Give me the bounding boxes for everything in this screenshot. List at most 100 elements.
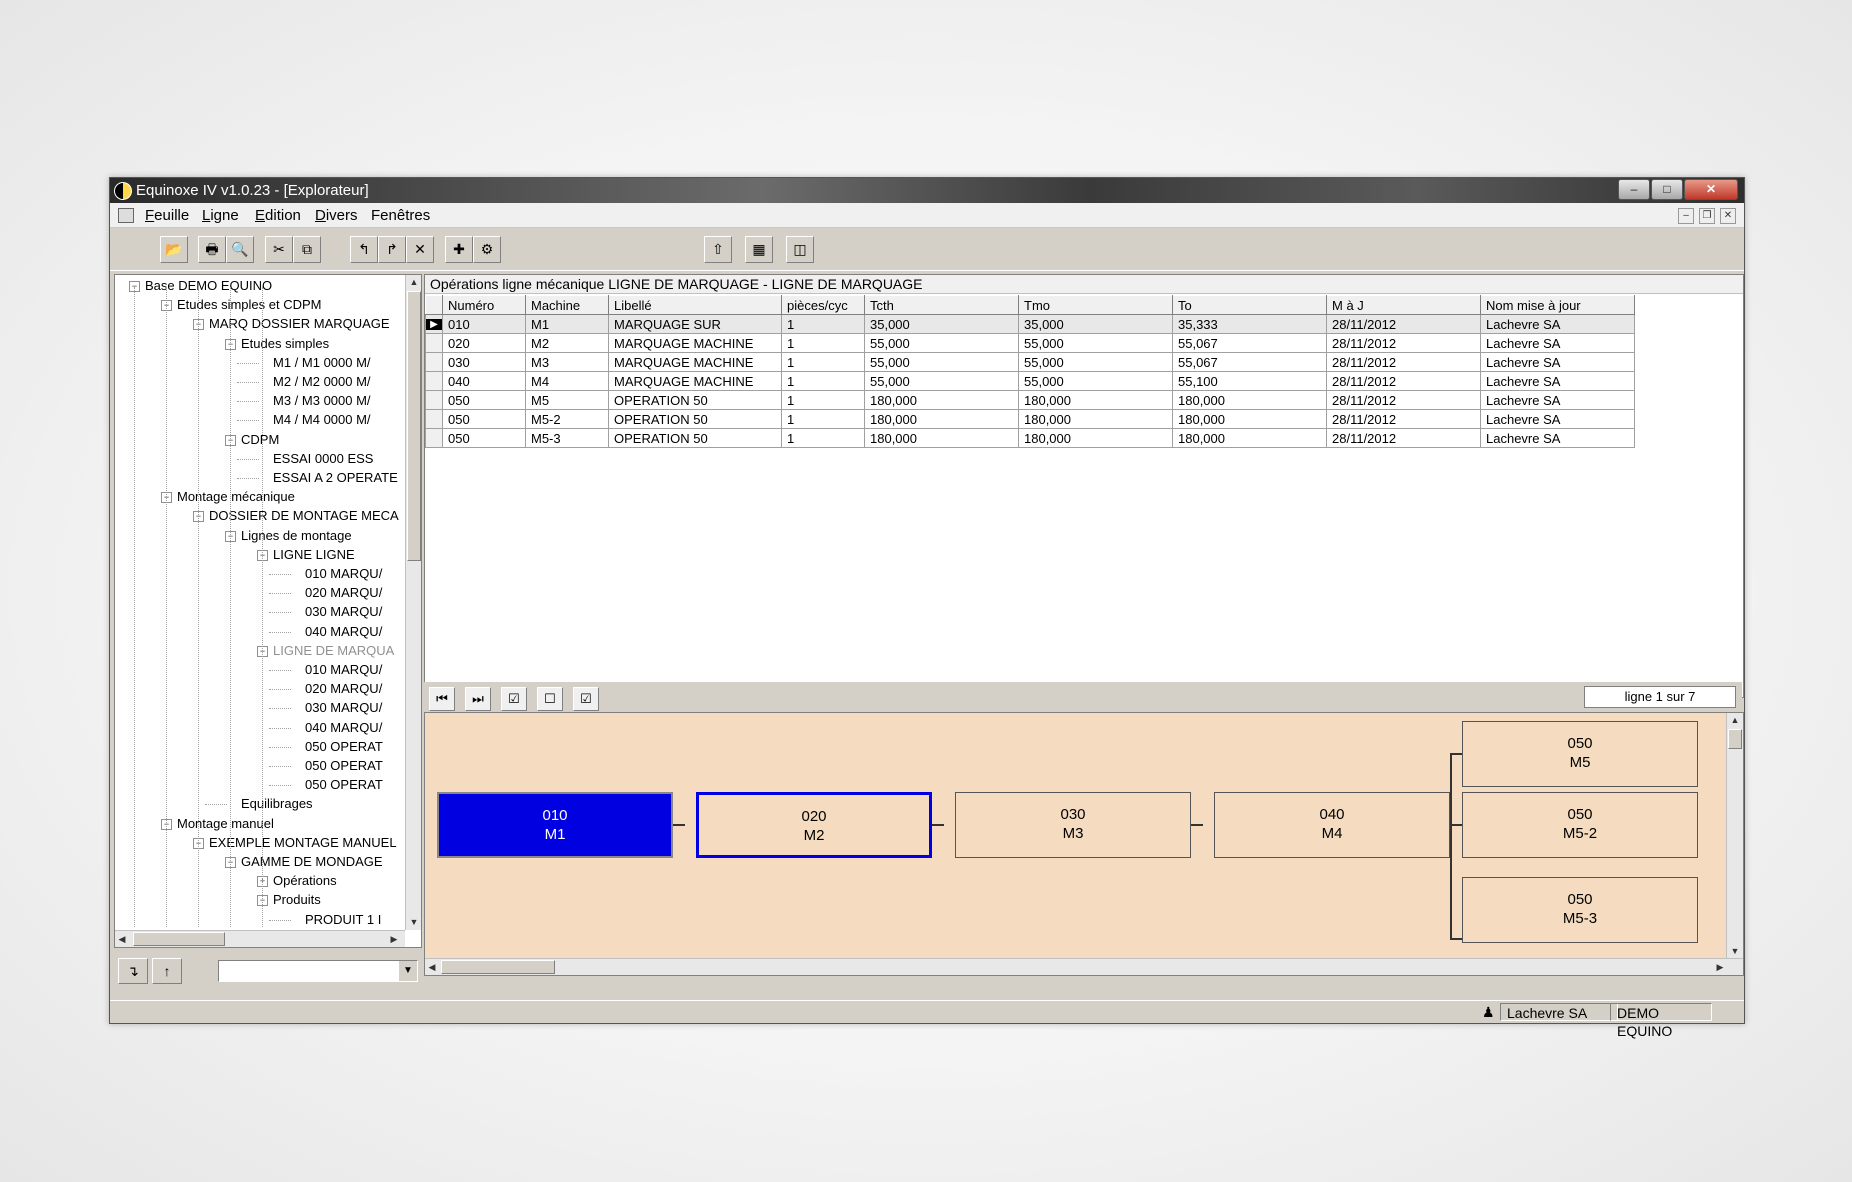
tree-node[interactable]: 010 MARQU/: [305, 565, 382, 583]
tree-horizontal-scrollbar[interactable]: ◀ ▶: [115, 930, 405, 947]
print-icon[interactable]: 🖶: [198, 236, 226, 263]
menu-fenetres[interactable]: Fenêtres: [371, 207, 430, 224]
tree-vertical-scrollbar[interactable]: ▲ ▼: [405, 275, 421, 930]
table-cell[interactable]: 28/11/2012: [1326, 428, 1481, 448]
column-header[interactable]: Libellé: [608, 295, 782, 315]
table-row[interactable]: 050 M5 OPERATION 50 1 180,000 180,000 180,000 2…: [425, 390, 1635, 410]
delete-icon[interactable]: ✕: [406, 236, 434, 263]
table-cell[interactable]: 55,000: [1018, 371, 1173, 391]
tree-node[interactable]: M1 / M1 0000 M/: [273, 354, 371, 372]
table-cell[interactable]: M4: [525, 371, 609, 391]
tree-node[interactable]: 040 MARQU/: [305, 623, 382, 641]
title-bar[interactable]: Equinoxe IV v1.0.23 - [Explorateur] – □ …: [110, 178, 1744, 203]
tree-node[interactable]: M2 / M2 0000 M/: [273, 373, 371, 391]
copy-icon[interactable]: ⧉: [293, 236, 321, 263]
scroll-left-arrow-icon[interactable]: ◀: [425, 960, 439, 974]
tree-node[interactable]: Produits: [273, 891, 321, 909]
column-header[interactable]: Tcth: [864, 295, 1019, 315]
table-cell[interactable]: MARQUAGE MACHINE: [608, 333, 782, 353]
scroll-down-arrow-icon[interactable]: ▼: [1728, 944, 1742, 958]
check-icon[interactable]: ☑: [501, 687, 527, 711]
cut-icon[interactable]: ✂: [265, 236, 293, 263]
table-cell[interactable]: M1: [525, 314, 609, 334]
table-cell[interactable]: 28/11/2012: [1326, 333, 1481, 353]
close-button[interactable]: ✕: [1684, 179, 1738, 200]
mdi-minimize-button[interactable]: –: [1678, 208, 1694, 224]
table-cell[interactable]: 020: [442, 333, 526, 353]
scroll-down-arrow-icon[interactable]: ▼: [407, 915, 421, 929]
row-indicator[interactable]: [425, 390, 443, 410]
new-item-icon[interactable]: ✚: [445, 236, 473, 263]
check-all-icon[interactable]: ☑: [573, 687, 599, 711]
row-indicator[interactable]: [425, 352, 443, 372]
table-cell[interactable]: 55,000: [1018, 333, 1173, 353]
explorer-tree[interactable]: − Base DEMO EQUINO − Etudes simples et CDPM…: [114, 274, 422, 948]
table-cell[interactable]: 55,000: [864, 371, 1019, 391]
operation-node[interactable]: 020 M2: [696, 792, 932, 858]
row-indicator[interactable]: [425, 409, 443, 429]
mdi-close-button[interactable]: ✕: [1720, 208, 1736, 224]
table-cell[interactable]: 180,000: [1172, 428, 1327, 448]
tree-node[interactable]: Lignes de montage: [241, 527, 352, 545]
table-cell[interactable]: M2: [525, 333, 609, 353]
table-cell[interactable]: 55,067: [1172, 352, 1327, 372]
table-cell[interactable]: 050: [442, 428, 526, 448]
tree-node[interactable]: 010 MARQU/: [305, 661, 382, 679]
table-cell[interactable]: 55,000: [864, 352, 1019, 372]
table-cell[interactable]: 1: [781, 409, 865, 429]
operation-node[interactable]: 030 M3: [955, 792, 1191, 858]
diagram-vertical-scrollbar[interactable]: ▲ ▼: [1726, 713, 1743, 959]
table-cell[interactable]: MARQUAGE MACHINE: [608, 371, 782, 391]
column-header[interactable]: Tmo: [1018, 295, 1173, 315]
table-cell[interactable]: OPERATION 50: [608, 428, 782, 448]
scroll-thumb[interactable]: [407, 291, 421, 561]
diagram-view-icon[interactable]: ◫: [786, 236, 814, 263]
open-folder-icon[interactable]: 📂: [160, 236, 188, 263]
mdi-child-icon[interactable]: [118, 208, 134, 223]
uncheck-icon[interactable]: ☐: [537, 687, 563, 711]
table-cell[interactable]: 1: [781, 428, 865, 448]
table-cell[interactable]: Lachevre SA: [1480, 333, 1635, 353]
table-cell[interactable]: 180,000: [1018, 428, 1173, 448]
first-record-icon[interactable]: ⏮: [429, 687, 455, 711]
row-pointer-icon[interactable]: ▶: [425, 314, 443, 334]
table-cell[interactable]: 1: [781, 390, 865, 410]
redo-icon[interactable]: ↱: [378, 236, 406, 263]
table-cell[interactable]: MARQUAGE SUR: [608, 314, 782, 334]
column-header[interactable]: Nom mise à jour: [1480, 295, 1635, 315]
properties-icon[interactable]: ⚙: [473, 236, 501, 263]
table-cell[interactable]: 1: [781, 352, 865, 372]
tree-node[interactable]: Opérations: [273, 872, 337, 890]
table-cell[interactable]: Lachevre SA: [1480, 371, 1635, 391]
column-header[interactable]: Machine: [525, 295, 609, 315]
operations-table[interactable]: Numéro Machine Libellé pièces/cyc Tcth Tmo To M…: [425, 295, 1635, 448]
row-indicator[interactable]: [425, 428, 443, 448]
expand-all-icon[interactable]: ↴: [118, 958, 148, 984]
table-cell[interactable]: Lachevre SA: [1480, 428, 1635, 448]
collapse-all-icon[interactable]: ↑: [152, 958, 182, 984]
table-cell[interactable]: 55,000: [864, 333, 1019, 353]
column-header[interactable]: M à J: [1326, 295, 1481, 315]
menu-edition[interactable]: Edition: [255, 207, 301, 224]
scroll-thumb[interactable]: [441, 960, 555, 974]
table-cell[interactable]: 040: [442, 371, 526, 391]
table-row[interactable]: 040 M4 MARQUAGE MACHINE 1 55,000 55,000 55,100…: [425, 371, 1635, 391]
table-cell[interactable]: M5: [525, 390, 609, 410]
table-cell[interactable]: 28/11/2012: [1326, 390, 1481, 410]
table-row[interactable]: ▶ 010 M1 MARQUAGE SUR 1 35,000 35,000 35,333 28/…: [425, 314, 1635, 334]
table-cell[interactable]: 35,000: [864, 314, 1019, 334]
menu-feuille[interactable]: Feuille: [145, 207, 189, 224]
table-cell[interactable]: 28/11/2012: [1326, 352, 1481, 372]
undo-icon[interactable]: ↰: [350, 236, 378, 263]
table-cell[interactable]: M5-3: [525, 428, 609, 448]
table-cell[interactable]: 180,000: [864, 409, 1019, 429]
app-icon[interactable]: [114, 182, 132, 200]
tree-node[interactable]: 030 MARQU/: [305, 603, 382, 621]
operations-diagram[interactable]: 010 M1 020 M2 030 M3 040 M4 050 M5 050 M…: [424, 712, 1744, 976]
table-cell[interactable]: 1: [781, 371, 865, 391]
menu-divers[interactable]: Divers: [315, 207, 358, 224]
tree-node[interactable]: 050 OPERAT: [305, 776, 383, 794]
operation-node[interactable]: 040 M4: [1214, 792, 1450, 858]
table-cell[interactable]: M3: [525, 352, 609, 372]
table-cell[interactable]: 55,100: [1172, 371, 1327, 391]
